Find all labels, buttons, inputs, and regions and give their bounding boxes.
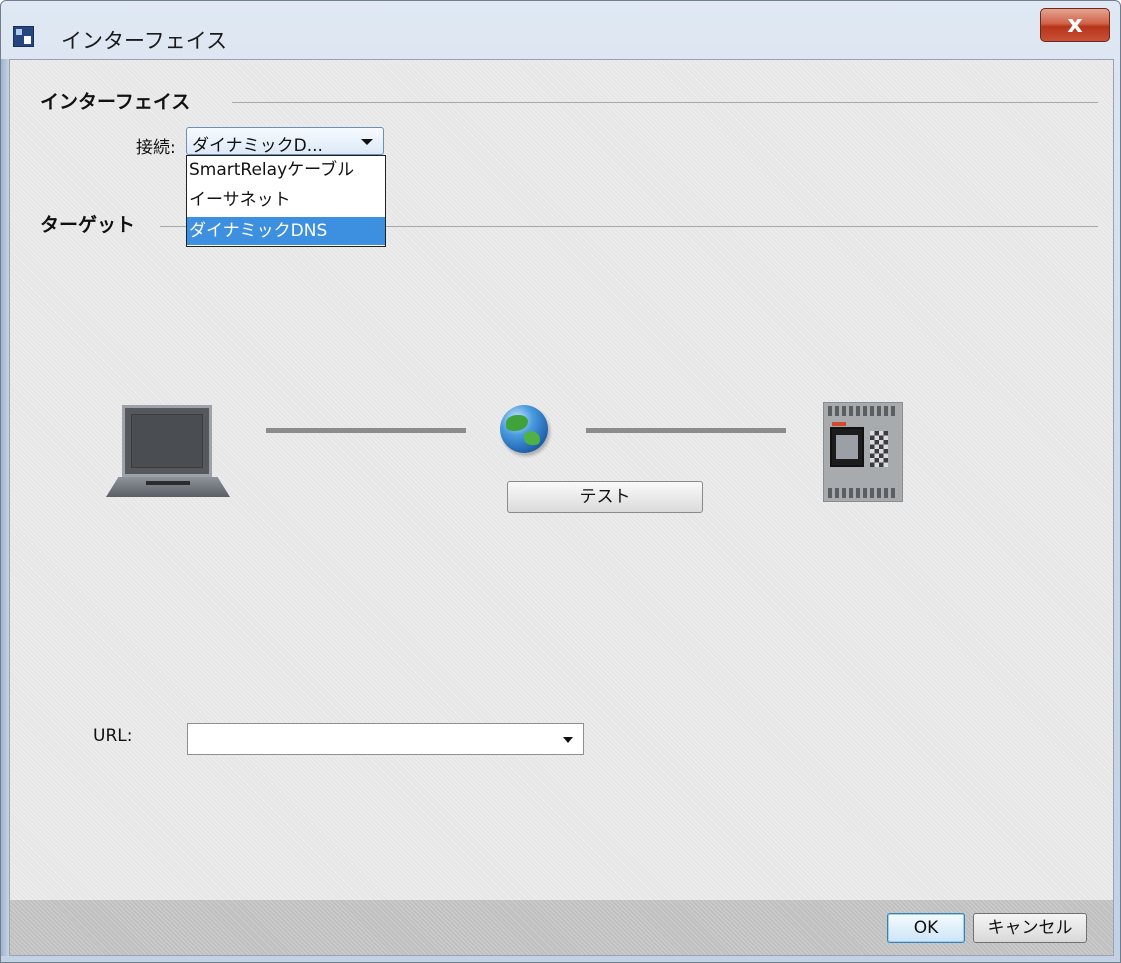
connection-select-value: ダイナミックD... (192, 136, 323, 156)
window-title: インターフェイス (61, 29, 228, 53)
button-bar: OK キャンセル (10, 900, 1113, 955)
dialog-window: インターフェイス x インターフェイス 接続: ダイナミックD... ターゲット (0, 0, 1121, 963)
test-button[interactable]: テスト (507, 481, 703, 513)
connection-dropdown-list: SmartRelayケーブル イーサネット ダイナミックDNS (186, 155, 386, 247)
laptop-screen (122, 405, 212, 477)
ok-button[interactable]: OK (887, 913, 965, 943)
connection-label: 接続: (136, 138, 176, 158)
chevron-down-icon[interactable] (563, 737, 573, 743)
connection-select[interactable]: ダイナミックD... (186, 127, 384, 156)
chevron-down-icon[interactable] (361, 139, 373, 145)
dropdown-option-smartrelay-cable[interactable]: SmartRelayケーブル (187, 156, 385, 184)
laptop-base (106, 477, 230, 497)
url-label: URL: (93, 726, 133, 746)
close-button[interactable]: x (1040, 8, 1110, 42)
laptop-icon (106, 405, 230, 505)
window-frame-edge (1, 59, 9, 956)
app-icon (13, 26, 34, 47)
cancel-button[interactable]: キャンセル (973, 913, 1087, 943)
globe-icon (500, 405, 548, 453)
dropdown-option-ethernet[interactable]: イーサネット (187, 186, 385, 214)
dropdown-option-dynamic-dns[interactable]: ダイナミックDNS (187, 217, 385, 245)
url-input[interactable] (187, 723, 584, 755)
connection-line-right (586, 428, 786, 433)
interface-group-title: インターフェイス (40, 91, 191, 113)
title-bar[interactable]: インターフェイス x (1, 1, 1120, 59)
plc-device-icon (823, 402, 903, 502)
connection-line-left (266, 428, 466, 433)
interface-group-divider (232, 102, 1098, 103)
target-group-title: ターゲット (40, 214, 136, 236)
dialog-content: インターフェイス 接続: ダイナミックD... ターゲット テスト URL: O… (9, 59, 1114, 956)
